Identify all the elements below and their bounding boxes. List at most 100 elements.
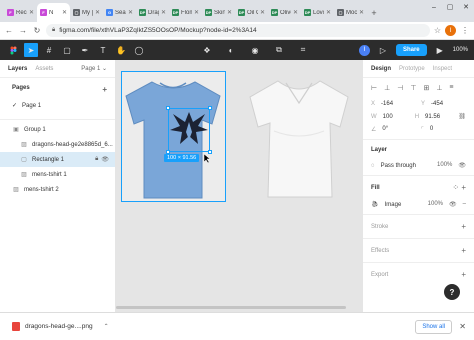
lock-icon[interactable]: 🔒︎: [95, 156, 98, 163]
minimize-button[interactable]: –: [426, 0, 442, 14]
align-middle-icon[interactable]: ⊞: [423, 84, 429, 92]
h-field[interactable]: H 91.56: [415, 114, 451, 120]
tab-close-icon[interactable]: ✕: [227, 9, 232, 16]
browser-tab[interactable]: ▢ My [✕: [70, 3, 103, 22]
play-icon[interactable]: ▶: [433, 43, 447, 57]
tab-close-icon[interactable]: ✕: [62, 9, 67, 16]
add-stroke-icon[interactable]: +: [461, 222, 466, 231]
visibility-icon[interactable]: 👁︎: [101, 156, 109, 163]
blend-mode-select[interactable]: Pass through: [381, 163, 416, 169]
frame-tool-icon[interactable]: #: [42, 43, 56, 57]
add-export-icon[interactable]: +: [461, 270, 466, 279]
browser-tab[interactable]: GSear✕: [103, 3, 136, 22]
layer-row[interactable]: ▣ Group 1: [0, 122, 115, 137]
user-avatar[interactable]: I: [358, 44, 370, 56]
canvas[interactable]: 100 × 91.56: [116, 60, 362, 312]
layer-row[interactable]: ▢ Rectangle 1 🔒︎ 👁︎: [0, 152, 115, 167]
image-fill-icon[interactable]: 🐉︎: [371, 201, 379, 208]
add-page-icon[interactable]: +: [102, 85, 107, 94]
profile-avatar[interactable]: I: [445, 25, 456, 36]
remove-fill-icon[interactable]: –: [463, 201, 466, 208]
y-field[interactable]: Y -454: [421, 101, 463, 107]
tab-prototype[interactable]: Prototype: [399, 66, 425, 72]
fill-styles-icon[interactable]: ⁘ +: [452, 183, 466, 192]
tab-close-icon[interactable]: ✕: [326, 9, 331, 16]
show-all-button[interactable]: Show all: [415, 319, 452, 334]
fill-icon[interactable]: ◉: [248, 43, 262, 57]
text-tool-icon[interactable]: T: [96, 43, 110, 57]
constrain-proportions-icon[interactable]: ⛓: [458, 113, 466, 120]
back-icon[interactable]: ←: [4, 26, 14, 36]
resize-handle-ne[interactable]: [208, 106, 212, 110]
browser-tab[interactable]: F N ✕: [37, 3, 70, 22]
bookmark-star-icon[interactable]: ☆: [434, 26, 441, 35]
align-bottom-icon[interactable]: ⊥: [436, 84, 442, 92]
page-selector[interactable]: Page 1 ⌄: [81, 65, 107, 72]
download-item[interactable]: dragons-head-ge....png ⌃: [12, 322, 109, 331]
present-icon[interactable]: ▷: [376, 43, 390, 57]
browser-tab[interactable]: ▢ Moc ✕: [334, 3, 367, 22]
layer-row[interactable]: ▨ mens-tshirt 1: [0, 167, 115, 182]
horizontal-scrollbar[interactable]: [116, 306, 346, 309]
browser-menu-icon[interactable]: ⋮: [460, 26, 470, 36]
comment-tool-icon[interactable]: ◯: [132, 43, 146, 57]
rotation-field[interactable]: ∠ 0°: [371, 126, 413, 133]
resize-handle-nw[interactable]: [166, 106, 170, 110]
tab-close-icon[interactable]: ✕: [359, 9, 364, 16]
share-button[interactable]: Share: [395, 44, 427, 56]
browser-tab[interactable]: DPLovc✕: [301, 3, 334, 22]
hand-tool-icon[interactable]: ✋: [114, 43, 128, 57]
tab-assets[interactable]: Assets: [35, 66, 53, 72]
pen-tool-icon[interactable]: ✒: [78, 43, 92, 57]
tab-close-icon[interactable]: ✕: [194, 9, 199, 16]
x-field[interactable]: X -164: [371, 101, 413, 107]
fill-visibility-icon[interactable]: 👁︎: [449, 201, 457, 208]
browser-tab[interactable]: DPDrag✕: [136, 3, 169, 22]
align-left-icon[interactable]: ⊢: [371, 84, 377, 92]
browser-tab[interactable]: DP Skirt ✕: [202, 3, 235, 22]
browser-tab[interactable]: DPOil C✕: [235, 3, 268, 22]
browser-tab[interactable]: FRece✕: [4, 3, 37, 22]
close-downloads-icon[interactable]: ✕: [459, 322, 466, 331]
component-icon[interactable]: ❖: [200, 43, 214, 57]
tab-close-icon[interactable]: ✕: [95, 9, 100, 16]
fill-type[interactable]: Image: [385, 202, 402, 208]
align-right-icon[interactable]: ⊣: [397, 84, 403, 92]
layer-opacity[interactable]: 100%: [437, 162, 452, 169]
forward-icon[interactable]: →: [18, 26, 28, 36]
tab-inspect[interactable]: Inspect: [433, 66, 452, 72]
mask-icon[interactable]: ◐: [224, 43, 238, 57]
url-field[interactable]: 🔒︎ figma.com/file/xthVLaP3ZqIktZS5OOsOP/…: [46, 24, 430, 37]
layer-row[interactable]: ▨ dragons-head-ge2e8865d_6...: [0, 137, 115, 152]
browser-tab[interactable]: DP Flom ✕: [169, 3, 202, 22]
tab-design[interactable]: Design: [371, 66, 391, 72]
boolean-icon[interactable]: ⧉: [272, 43, 286, 57]
crop-icon[interactable]: ⌗: [296, 43, 310, 57]
mens-tshirt-1-frame[interactable]: 100 × 91.56: [121, 71, 226, 202]
maximize-button[interactable]: ▢: [442, 0, 458, 14]
close-window-button[interactable]: ✕: [458, 0, 474, 14]
align-center-h-icon[interactable]: ⊥: [384, 84, 390, 92]
radius-field[interactable]: ⌜ 0: [421, 126, 463, 133]
tab-layers[interactable]: Layers: [8, 66, 27, 72]
chevron-up-icon[interactable]: ⌃: [104, 323, 109, 330]
mens-tshirt-2-frame[interactable]: [244, 71, 354, 202]
new-tab-button[interactable]: +: [367, 3, 381, 22]
selection-box[interactable]: [166, 106, 212, 154]
tab-close-icon[interactable]: ✕: [293, 9, 298, 16]
distribute-icon[interactable]: ≡: [449, 84, 453, 92]
browser-tab[interactable]: DPOlive✕: [268, 3, 301, 22]
layer-row[interactable]: ▨ mens-tshirt 2: [0, 182, 115, 197]
w-field[interactable]: W 100: [371, 114, 407, 120]
move-tool-icon[interactable]: ➤: [24, 43, 38, 57]
visibility-icon[interactable]: 👁︎: [458, 162, 466, 169]
tab-close-icon[interactable]: ✕: [161, 9, 166, 16]
reload-icon[interactable]: ↻: [32, 26, 42, 36]
fill-opacity[interactable]: 100%: [428, 201, 443, 208]
add-effect-icon[interactable]: +: [461, 246, 466, 255]
tab-close-icon[interactable]: ✕: [29, 9, 34, 16]
shape-tool-icon[interactable]: ▢: [60, 43, 74, 57]
main-menu-icon[interactable]: [6, 43, 20, 57]
zoom-dropdown[interactable]: 100%: [453, 47, 468, 53]
tab-close-icon[interactable]: ✕: [128, 9, 133, 16]
